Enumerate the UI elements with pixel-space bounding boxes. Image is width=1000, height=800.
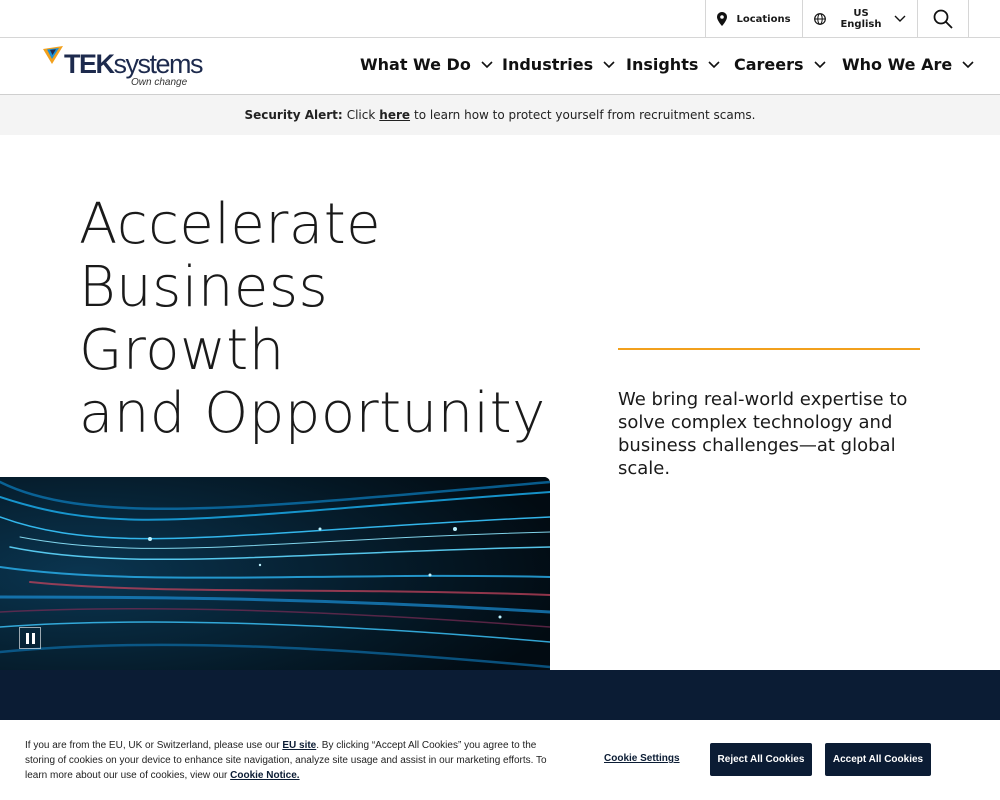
nav-item-label: Careers bbox=[734, 55, 804, 74]
accept-all-cookies-button[interactable]: Accept All Cookies bbox=[825, 743, 931, 776]
logo-tagline: Own change bbox=[131, 77, 188, 88]
pause-video-button[interactable] bbox=[19, 627, 41, 649]
cookie-notice-link[interactable]: Cookie Notice. bbox=[230, 770, 299, 781]
eu-site-link[interactable]: EU site bbox=[282, 740, 316, 751]
utility-bar: Locations US English bbox=[0, 0, 1000, 38]
logo-mark-icon bbox=[43, 46, 63, 64]
locations-label: Locations bbox=[736, 13, 791, 25]
language-region: US bbox=[853, 8, 869, 19]
cookie-notice-text: If you are from the EU, UK or Switzerlan… bbox=[25, 738, 560, 783]
language-name: English bbox=[840, 19, 882, 30]
reject-all-cookies-button[interactable]: Reject All Cookies bbox=[710, 743, 812, 776]
nav-item-who-we-are[interactable]: Who We Are bbox=[842, 55, 974, 74]
logo-wordmark: TEKsystems bbox=[64, 49, 204, 80]
pause-bar-icon bbox=[25, 632, 29, 644]
search-button[interactable] bbox=[917, 0, 969, 38]
locations-link[interactable]: Locations bbox=[705, 0, 802, 38]
hero-video bbox=[0, 477, 550, 670]
nav-item-careers[interactable]: Careers bbox=[734, 55, 826, 74]
cookie-settings-button[interactable]: Cookie Settings bbox=[604, 753, 680, 764]
hero-title-line: Business Growth bbox=[79, 255, 329, 383]
language-selector[interactable]: US English bbox=[802, 0, 917, 38]
main-navigation: TEKsystems Own change What We Do Industr… bbox=[0, 38, 1000, 95]
language-text: US English bbox=[840, 8, 881, 30]
chevron-down-icon bbox=[708, 60, 720, 68]
map-pin-icon bbox=[717, 12, 728, 26]
navy-section-band bbox=[0, 670, 1000, 720]
hero-accent-rule bbox=[618, 348, 920, 350]
hero-title: Accelerate Business Growth and Opportuni… bbox=[79, 193, 549, 445]
alert-lead: Click bbox=[346, 108, 376, 122]
chevron-down-icon bbox=[894, 15, 906, 22]
pause-bar-icon bbox=[31, 632, 35, 644]
light-streaks-image bbox=[0, 477, 550, 670]
nav-item-what-we-do[interactable]: What We Do bbox=[360, 55, 493, 74]
chevron-down-icon bbox=[603, 60, 615, 68]
chevron-down-icon bbox=[813, 60, 826, 68]
alert-here-link[interactable]: here bbox=[379, 108, 410, 122]
nav-item-label: Insights bbox=[626, 55, 699, 74]
logo-brand-rest: systems bbox=[113, 49, 204, 79]
logo-brand-bold: TEK bbox=[64, 49, 115, 79]
chevron-down-icon bbox=[481, 60, 493, 68]
cookie-text-part1: If you are from the EU, UK or Switzerlan… bbox=[25, 740, 280, 751]
nav-item-label: What We Do bbox=[360, 55, 471, 74]
security-alert-bar: Security Alert: Click here to learn how … bbox=[0, 95, 1000, 135]
cookie-banner: If you are from the EU, UK or Switzerlan… bbox=[0, 720, 1000, 800]
hero-title-line: Accelerate bbox=[79, 192, 382, 257]
alert-rest: to learn how to protect yourself from re… bbox=[414, 108, 756, 122]
nav-item-insights[interactable]: Insights bbox=[626, 55, 720, 74]
alert-prefix: Security Alert: bbox=[244, 108, 343, 122]
nav-item-industries[interactable]: Industries bbox=[502, 55, 615, 74]
hero-description: We bring real-world expertise to solve c… bbox=[618, 389, 908, 479]
search-icon bbox=[933, 9, 953, 29]
hero-title-line: and Opportunity bbox=[79, 381, 546, 446]
globe-icon bbox=[814, 13, 827, 25]
teksystems-logo[interactable]: TEKsystems Own change bbox=[43, 44, 204, 88]
nav-item-label: Who We Are bbox=[842, 55, 953, 74]
chevron-down-icon bbox=[962, 60, 974, 68]
nav-item-label: Industries bbox=[502, 55, 594, 74]
